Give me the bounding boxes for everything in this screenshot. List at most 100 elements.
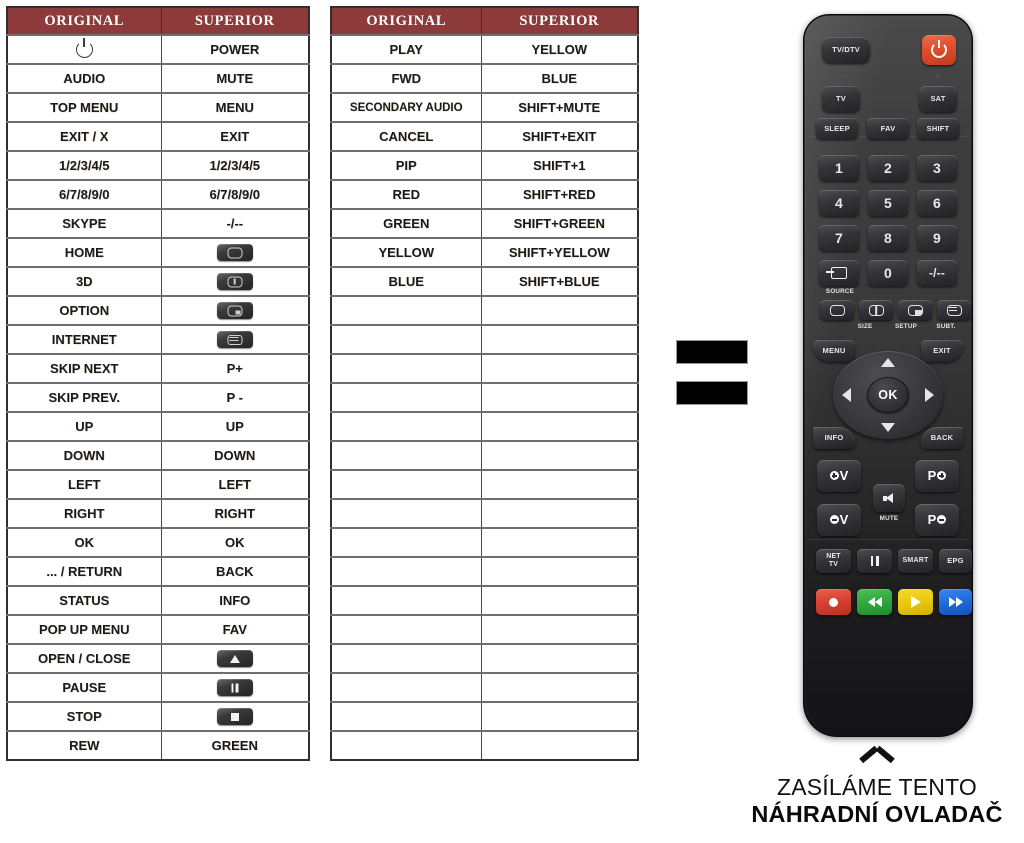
- remote-button-label: EPG: [947, 556, 964, 566]
- table-row: SECONDARY AUDIO SHIFT+MUTE: [330, 92, 639, 123]
- table-row: POWER: [6, 34, 310, 65]
- remote-divider: [807, 539, 969, 540]
- remote-button-back[interactable]: BACK: [921, 427, 963, 449]
- table-row: TOP MENU MENU: [6, 92, 310, 123]
- cell-superior: GREEN: [160, 730, 310, 761]
- table-row: POP UP MENU FAV: [6, 614, 310, 645]
- remote-button-2[interactable]: 2: [868, 155, 908, 181]
- remote-button-6[interactable]: 6: [917, 190, 957, 216]
- key-size-icon: [216, 273, 253, 291]
- remote-button-dash[interactable]: -/--: [917, 260, 957, 286]
- cell-original: RED: [330, 179, 482, 210]
- cell-superior: [480, 643, 639, 674]
- remote-button-sat[interactable]: SAT: [919, 86, 957, 112]
- table-row: FWD BLUE: [330, 63, 639, 94]
- remote-button-8[interactable]: 8: [868, 225, 908, 251]
- cell-superior: FAV: [160, 614, 310, 645]
- column-header-superior: SUPERIOR: [160, 6, 310, 36]
- table-row: REW GREEN: [6, 730, 310, 761]
- remote-button-0[interactable]: 0: [868, 260, 908, 286]
- cell-original: AUDIO: [6, 63, 162, 94]
- remote-button-9[interactable]: 9: [917, 225, 957, 251]
- cell-superior: RIGHT: [160, 498, 310, 529]
- remote-label-subtitle: SUBT.: [936, 323, 956, 330]
- remote-button-5[interactable]: 5: [868, 190, 908, 216]
- remote-button-3[interactable]: 3: [917, 155, 957, 181]
- dpad-right-icon[interactable]: [925, 388, 934, 402]
- cell-superior: -/--: [160, 208, 310, 239]
- table-row: [330, 295, 639, 326]
- cell-original: 3D: [6, 266, 162, 297]
- cell-superior: P -: [160, 382, 310, 413]
- remote-button-tv[interactable]: TV: [822, 86, 860, 112]
- cell-original: POP UP MENU: [6, 614, 162, 645]
- remote-button-setup[interactable]: [898, 300, 932, 320]
- remote-button-program-up[interactable]: P: [915, 460, 959, 492]
- dpad-up-icon[interactable]: [881, 358, 895, 367]
- remote-button-record[interactable]: [816, 589, 851, 615]
- key-pause-icon: [216, 679, 253, 697]
- cell-superior: SHIFT+EXIT: [480, 121, 639, 152]
- remote-button-fav[interactable]: FAV: [867, 118, 909, 139]
- remote-button-smart[interactable]: SMART: [898, 549, 933, 573]
- remote-button-7[interactable]: 7: [819, 225, 859, 251]
- remote-button-volume-up[interactable]: V: [817, 460, 861, 492]
- remote-button-ok[interactable]: OK: [867, 377, 909, 413]
- remote-button-subtitle[interactable]: [937, 300, 971, 320]
- remote-button-label: 8: [884, 229, 892, 246]
- remote-button-mute[interactable]: [873, 484, 905, 512]
- key-size-icon: [868, 304, 884, 316]
- caption-block: ZASÍLÁME TENTO NÁHRADNÍ OVLADAČ: [730, 752, 1024, 829]
- remote-button-program-down[interactable]: P: [915, 504, 959, 536]
- cell-superior: P+: [160, 353, 310, 384]
- cell-original: STATUS: [6, 585, 162, 616]
- key-stop-icon: [216, 708, 253, 726]
- remote-button-tvdtv[interactable]: TV/DTV: [822, 37, 870, 63]
- remote-button-label: TV: [836, 94, 846, 104]
- table-row: [330, 440, 639, 471]
- dpad-down-icon[interactable]: [881, 423, 895, 432]
- remote-button-4[interactable]: 4: [819, 190, 859, 216]
- remote-label-mute: MUTE: [879, 515, 899, 522]
- cell-superior: INFO: [160, 585, 310, 616]
- column-header-original: ORIGINAL: [6, 6, 162, 36]
- remote-button-source[interactable]: [819, 260, 859, 286]
- minus-icon: [937, 515, 947, 525]
- remote-button-info[interactable]: INFO: [813, 427, 855, 449]
- remote-button-menu[interactable]: MENU: [813, 340, 855, 362]
- cell-original: [330, 556, 482, 587]
- cell-superior: [160, 266, 310, 297]
- remote-button-power[interactable]: [922, 35, 956, 65]
- cell-original: SKYPE: [6, 208, 162, 239]
- key-home-icon: [216, 244, 253, 262]
- remote-button-nettv[interactable]: NET TV: [816, 549, 851, 573]
- remote-button-shift[interactable]: SHIFT: [917, 118, 959, 139]
- remote-button-rewind[interactable]: [857, 589, 892, 615]
- remote-button-label: 3: [933, 159, 941, 176]
- column-header-superior: SUPERIOR: [480, 6, 639, 36]
- remote-dpad[interactable]: OK: [833, 351, 943, 439]
- cell-original: OPEN / CLOSE: [6, 643, 162, 674]
- cell-original: [330, 353, 482, 384]
- table-row: PLAY YELLOW: [330, 34, 639, 65]
- table-row: [330, 498, 639, 529]
- remote-button-label: -/--: [928, 265, 946, 280]
- remote-button-pause[interactable]: [857, 549, 892, 573]
- remote-button-fast-forward[interactable]: [939, 589, 972, 615]
- remote-button-1[interactable]: 1: [819, 155, 859, 181]
- remote-button-play[interactable]: [898, 589, 933, 615]
- remote-button-home[interactable]: [820, 300, 854, 320]
- cell-original: [330, 701, 482, 732]
- remote-button-epg[interactable]: EPG: [939, 549, 972, 573]
- remote-button-exit[interactable]: EXIT: [921, 340, 963, 362]
- cell-original: 6/7/8/9/0: [6, 179, 162, 210]
- dpad-left-icon[interactable]: [842, 388, 851, 402]
- remote-button-volume-down[interactable]: V: [817, 504, 861, 536]
- power-icon: [75, 41, 93, 59]
- cell-original: [330, 672, 482, 703]
- column-header-original: ORIGINAL: [330, 6, 482, 36]
- remote-button-size[interactable]: [859, 300, 893, 320]
- remote-button-label: P: [927, 512, 937, 528]
- remote-button-sleep[interactable]: SLEEP: [816, 118, 858, 139]
- key-eject-icon: [216, 650, 253, 668]
